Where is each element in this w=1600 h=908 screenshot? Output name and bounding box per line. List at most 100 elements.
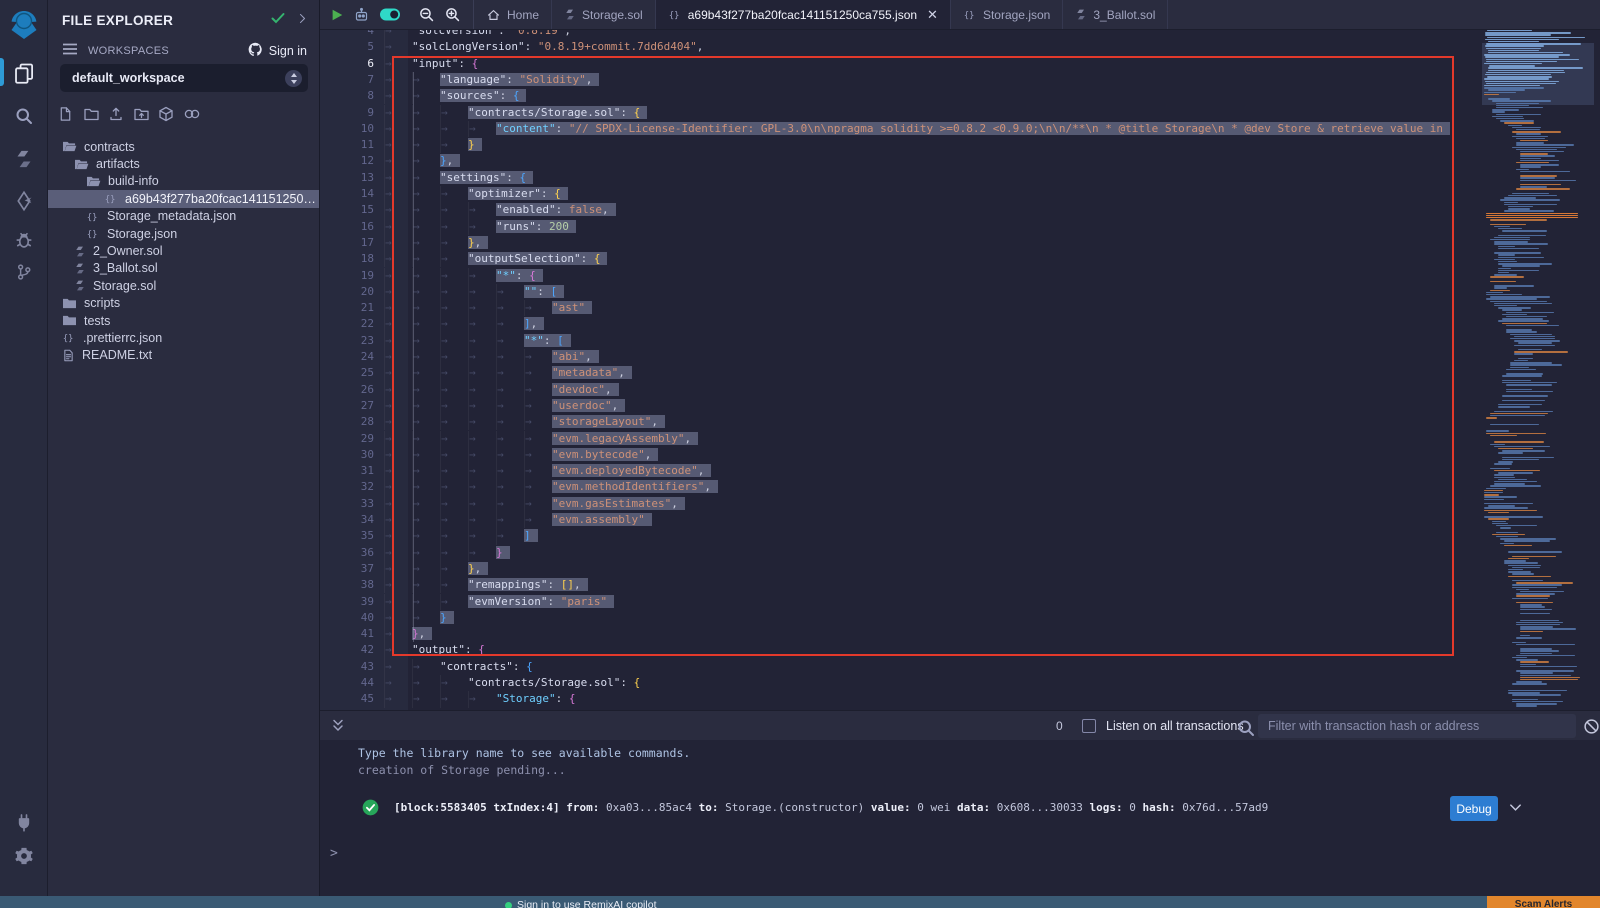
hamburger-menu-icon[interactable] [62, 42, 78, 61]
tab-a69b43f277ba20fcac141151250ca755-json[interactable]: {}a69b43f277ba20fcac141151250ca755.json✕ [656, 0, 951, 29]
tab-storage-json[interactable]: {}Storage.json [951, 0, 1063, 29]
workspace-select[interactable]: default_workspace [60, 64, 308, 92]
code-line-42[interactable]: →"output": { [376, 642, 1450, 658]
upload-folder-icon[interactable] [133, 106, 149, 122]
debugger-icon[interactable] [0, 230, 48, 250]
debug-button[interactable]: Debug [1450, 796, 1498, 821]
code-line-35[interactable]: →→→→→] [376, 528, 1450, 544]
code-line-4[interactable]: →"solcVersion": "0.8.19", [376, 30, 1450, 39]
run-script-icon[interactable] [330, 8, 344, 22]
expand-terminal-icon[interactable] [330, 718, 346, 739]
code-line-26[interactable]: →→→→→→"devdoc", [376, 382, 1450, 398]
code-line-12[interactable]: →→}, [376, 153, 1450, 169]
tree-item-3-ballot-sol[interactable]: 3_Ballot.sol [48, 260, 319, 277]
file-explorer-icon[interactable] [0, 62, 48, 84]
tab-3-ballot-sol[interactable]: 3_Ballot.sol [1063, 0, 1168, 29]
code-line-16[interactable]: →→→→"runs": 200 [376, 219, 1450, 235]
code-line-31[interactable]: →→→→→→"evm.deployedBytecode", [376, 463, 1450, 479]
code-line-20[interactable]: →→→→→"": [ [376, 284, 1450, 300]
code-line-13[interactable]: →→"settings": { [376, 170, 1450, 186]
tab-home[interactable]: Home [474, 0, 552, 29]
code-line-41[interactable]: →}, [376, 626, 1450, 642]
solidity-compiler-icon[interactable] [0, 148, 48, 170]
code-line-21[interactable]: →→→→→→"ast" [376, 300, 1450, 316]
code-line-36[interactable]: →→→→} [376, 545, 1450, 561]
transaction-log[interactable]: [block:5583405 txIndex:4] from: 0xa03...… [394, 801, 1268, 814]
zoom-in-icon[interactable] [444, 6, 461, 23]
code-line-8[interactable]: →→"sources": { [376, 88, 1450, 104]
code-line-34[interactable]: →→→→→→"evm.assembly" [376, 512, 1450, 528]
code-line-9[interactable]: →→→"contracts/Storage.sol": { [376, 105, 1450, 121]
code-line-29[interactable]: →→→→→→"evm.legacyAssembly", [376, 431, 1450, 447]
code-line-44[interactable]: →→→"contracts/Storage.sol": { [376, 675, 1450, 691]
tree-item-readme-txt[interactable]: README.txt [48, 347, 319, 364]
tx-expand-chevron-icon[interactable] [1508, 800, 1523, 819]
plugin-manager-icon[interactable] [0, 812, 48, 832]
code-line-5[interactable]: →"solcLongVersion": "0.8.19+commit.7dd6d… [376, 39, 1450, 55]
tree-item-2-owner-sol[interactable]: 2_Owner.sol [48, 242, 319, 259]
code-editor[interactable]: 4567891011121314151617181920212223242526… [320, 30, 1600, 710]
code-line-10[interactable]: →→→→"content": "// SPDX-License-Identifi… [376, 121, 1450, 137]
code-line-7[interactable]: →→"language": "Solidity", [376, 72, 1450, 88]
tree-item--prettierrc-json[interactable]: {}.prettierrc.json [48, 329, 319, 346]
tree-item-build-info[interactable]: build-info [48, 173, 319, 190]
terminal-prompt[interactable]: > [330, 846, 338, 861]
code-line-11[interactable]: →→→} [376, 137, 1450, 153]
git-icon[interactable] [0, 262, 48, 282]
code-line-18[interactable]: →→→"outputSelection": { [376, 251, 1450, 267]
code-line-27[interactable]: →→→→→→"userdoc", [376, 398, 1450, 414]
minimap[interactable] [1482, 30, 1594, 710]
tab-storage-sol[interactable]: Storage.sol [552, 0, 656, 29]
code-line-24[interactable]: →→→→→→"abi", [376, 349, 1450, 365]
theme-toggle-icon[interactable] [379, 7, 401, 22]
code-line-40[interactable]: →→} [376, 610, 1450, 626]
tree-item-storage-sol[interactable]: Storage.sol [48, 277, 319, 294]
code-line-19[interactable]: →→→→"*": { [376, 268, 1450, 284]
code-line-25[interactable]: →→→→→→"metadata", [376, 365, 1450, 381]
new-file-icon[interactable] [58, 106, 74, 122]
deploy-run-icon[interactable] [0, 190, 48, 212]
tree-item-storage-json[interactable]: {}Storage.json [48, 225, 319, 242]
code-line-43[interactable]: →→"contracts": { [376, 659, 1450, 675]
link-icon[interactable] [183, 106, 199, 122]
code-line-17[interactable]: →→→}, [376, 235, 1450, 251]
code-line-45[interactable]: →→→→"Storage": { [376, 691, 1450, 707]
workspace-caret-icon[interactable] [285, 70, 302, 87]
settings-gear-icon[interactable] [0, 846, 48, 866]
transaction-filter-input[interactable] [1258, 714, 1576, 738]
upload-file-icon[interactable] [108, 106, 124, 122]
tree-item-contracts[interactable]: contracts [48, 138, 319, 155]
check-icon[interactable] [270, 10, 286, 31]
cube-icon[interactable] [158, 106, 174, 122]
code-line-39[interactable]: →→→"evmVersion": "paris" [376, 594, 1450, 610]
ai-assistant-icon[interactable] [353, 7, 370, 23]
terminal-output[interactable]: Type the library name to see available c… [320, 740, 1600, 896]
code-line-22[interactable]: →→→→→], [376, 316, 1450, 332]
tree-item-scripts[interactable]: scripts [48, 295, 319, 312]
code-line-6[interactable]: →"input": { [376, 56, 1450, 72]
close-tab-icon[interactable]: ✕ [927, 8, 938, 21]
new-folder-icon[interactable] [83, 106, 99, 122]
scam-alerts-badge[interactable]: Scam Alerts [1487, 896, 1600, 908]
code-line-33[interactable]: →→→→→→"evm.gasEstimates", [376, 496, 1450, 512]
code-line-15[interactable]: →→→→"enabled": false, [376, 202, 1450, 218]
code-line-38[interactable]: →→→"remappings": [], [376, 577, 1450, 593]
statusbar-copilot[interactable]: Sign in to use RemixAI copilot [505, 899, 656, 908]
code-line-30[interactable]: →→→→→→"evm.bytecode", [376, 447, 1450, 463]
tree-item-a69b43f277ba20fcac141151250ca7-[interactable]: {}a69b43f277ba20fcac141151250ca7... [48, 190, 319, 207]
tree-item-storage-metadata-json[interactable]: {}Storage_metadata.json [48, 208, 319, 225]
search-icon[interactable] [0, 106, 48, 126]
code-line-14[interactable]: →→→"optimizer": { [376, 186, 1450, 202]
code-line-28[interactable]: →→→→→→"storageLayout", [376, 414, 1450, 430]
chevron-right-icon[interactable] [296, 12, 309, 30]
listen-all-checkbox[interactable] [1082, 719, 1096, 733]
code-line-32[interactable]: →→→→→→"evm.methodIdentifiers", [376, 479, 1450, 495]
remix-logo-icon[interactable] [0, 8, 48, 42]
clear-console-icon[interactable] [1583, 718, 1600, 740]
tree-item-artifacts[interactable]: artifacts [48, 155, 319, 172]
zoom-out-icon[interactable] [418, 6, 435, 23]
code-line-23[interactable]: →→→→→"*": [ [376, 333, 1450, 349]
sign-in-button[interactable]: Sign in [247, 41, 307, 61]
tree-item-tests[interactable]: tests [48, 312, 319, 329]
code-line-37[interactable]: →→→}, [376, 561, 1450, 577]
